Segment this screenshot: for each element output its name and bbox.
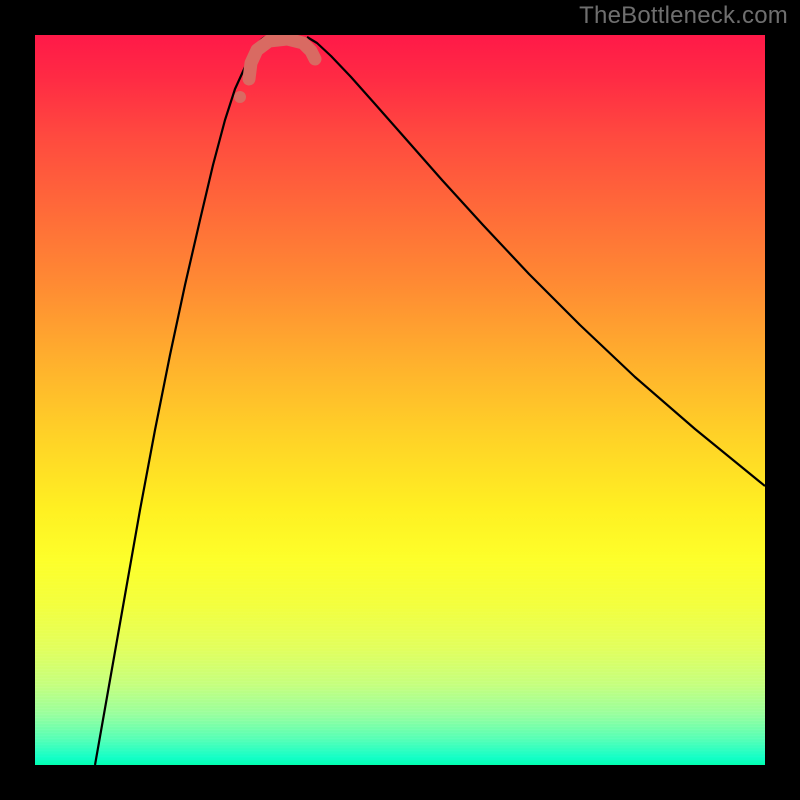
plot-area bbox=[35, 35, 765, 765]
series-left-curve bbox=[95, 37, 265, 765]
chart-frame: TheBottleneck.com bbox=[0, 0, 800, 800]
watermark-text: TheBottleneck.com bbox=[579, 2, 788, 30]
series-plateau-marker-dot-point bbox=[234, 91, 246, 103]
series-plateau-marker bbox=[249, 39, 315, 79]
curve-layer bbox=[35, 35, 765, 765]
series-right-curve bbox=[307, 37, 765, 486]
